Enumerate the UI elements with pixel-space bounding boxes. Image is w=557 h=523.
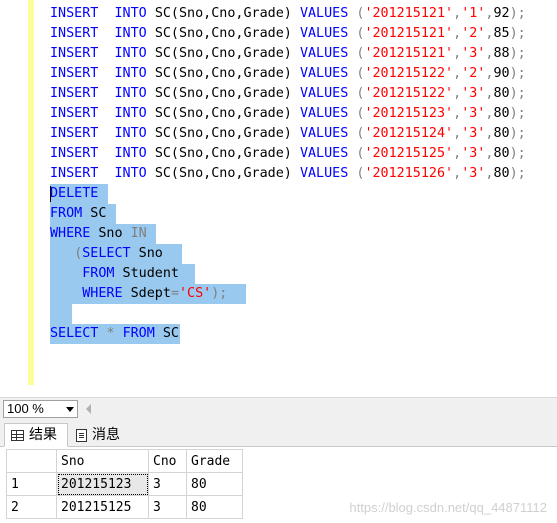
row-number[interactable]: 1	[6, 472, 57, 496]
zoom-dropdown[interactable]: 100 %	[3, 400, 78, 418]
column-header[interactable]: Cno	[148, 449, 187, 473]
column-header[interactable]: Sno	[56, 449, 149, 473]
results-grid[interactable]: Sno Cno Grade 1 201215123 3 80 2 2012151…	[0, 447, 557, 523]
tab-results[interactable]: 结果	[4, 423, 68, 447]
tab-messages[interactable]: 消息	[70, 423, 132, 447]
table-cell[interactable]: 201215123	[56, 472, 149, 496]
code-line-selected: (SELECT Sno	[0, 244, 557, 264]
table-cell[interactable]: 3	[148, 472, 187, 496]
query-editor[interactable]: INSERT INTO SC(Sno,Cno,Grade) VALUES ('2…	[0, 0, 557, 397]
code-line: INSERT INTO SC(Sno,Cno,Grade) VALUES ('2…	[50, 26, 526, 41]
code-line: INSERT INTO SC(Sno,Cno,Grade) VALUES ('2…	[50, 146, 526, 161]
table-cell[interactable]: 201215125	[56, 495, 149, 519]
zoom-value: 100 %	[7, 401, 44, 416]
code-line-selected: SELECT * FROM SC	[0, 324, 557, 344]
table-cell[interactable]: 80	[186, 472, 243, 496]
tab-messages-label: 消息	[92, 427, 120, 443]
code-area[interactable]: INSERT INTO SC(Sno,Cno,Grade) VALUES ('2…	[0, 4, 557, 344]
scroll-left-arrow-icon[interactable]	[86, 404, 91, 414]
code-line-selected: WHERE Sdept='CS');	[0, 284, 557, 304]
tab-results-label: 结果	[29, 427, 57, 443]
grid-icon	[11, 429, 24, 441]
text-caret	[50, 186, 51, 202]
column-header[interactable]: Grade	[186, 449, 243, 473]
results-tab-bar: 结果 消息	[0, 419, 557, 447]
code-line-selected: DELETE	[0, 184, 557, 204]
message-icon	[76, 428, 87, 442]
editor-bottom-gap	[0, 385, 557, 397]
code-line: INSERT INTO SC(Sno,Cno,Grade) VALUES ('2…	[50, 86, 526, 101]
code-line: INSERT INTO SC(Sno,Cno,Grade) VALUES ('2…	[50, 46, 526, 61]
code-line-selected: FROM SC	[0, 204, 557, 224]
code-line: INSERT INTO SC(Sno,Cno,Grade) VALUES ('2…	[50, 6, 526, 21]
table-row[interactable]: 2 201215125 3 80	[6, 495, 243, 519]
table-row[interactable]: 1 201215123 3 80	[6, 472, 243, 496]
table-cell[interactable]: 80	[186, 495, 243, 519]
watermark-text: https://blog.csdn.net/qq_44871112	[349, 500, 547, 515]
table-header-row: Sno Cno Grade	[6, 449, 243, 473]
code-line: INSERT INTO SC(Sno,Cno,Grade) VALUES ('2…	[50, 106, 526, 121]
zoom-bar: 100 %	[0, 397, 557, 419]
code-line-selected: WHERE Sno IN	[0, 224, 557, 244]
row-number[interactable]: 2	[6, 495, 57, 519]
code-line: INSERT INTO SC(Sno,Cno,Grade) VALUES ('2…	[50, 166, 526, 181]
code-line: INSERT INTO SC(Sno,Cno,Grade) VALUES ('2…	[50, 66, 526, 81]
code-line-selected	[0, 304, 557, 324]
table-cell[interactable]: 3	[148, 495, 187, 519]
grid-corner-cell[interactable]	[6, 449, 57, 473]
chevron-down-icon[interactable]	[66, 407, 74, 412]
results-table: Sno Cno Grade 1 201215123 3 80 2 2012151…	[6, 449, 243, 519]
code-line-selected: FROM Student	[0, 264, 557, 284]
code-line: INSERT INTO SC(Sno,Cno,Grade) VALUES ('2…	[50, 126, 526, 141]
